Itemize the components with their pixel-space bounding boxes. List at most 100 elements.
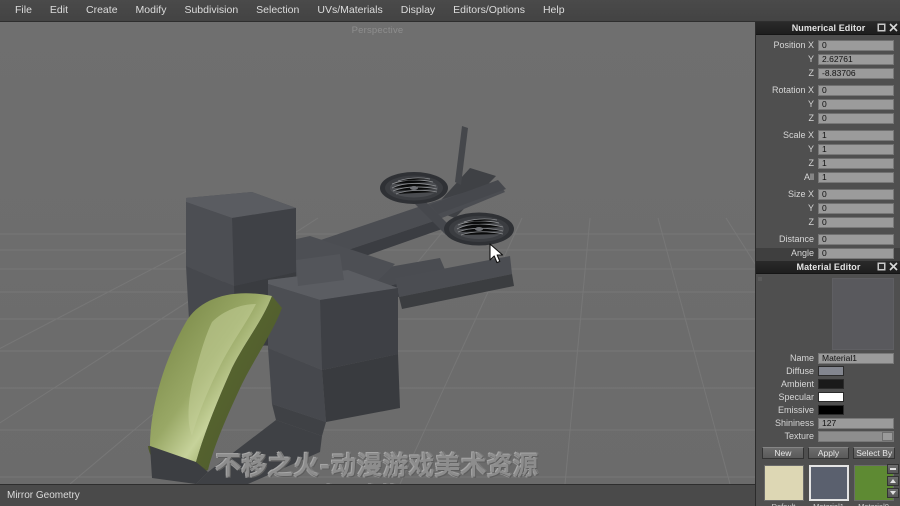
field-value[interactable]: 1 — [818, 143, 894, 155]
material-ambient-row[interactable]: Ambient — [756, 378, 900, 390]
field-label: Size X — [787, 189, 814, 199]
field-value[interactable]: 0 — [818, 216, 894, 228]
field-value[interactable]: 1 — [818, 171, 894, 183]
material-diffuse-row[interactable]: Diffuse — [756, 365, 900, 377]
scroll-down-button[interactable] — [887, 488, 899, 498]
field-angle[interactable]: Angle 0 — [756, 247, 900, 259]
field-size-x[interactable]: Size X 0 — [756, 188, 900, 200]
field-rotation-z[interactable]: Z 0 — [756, 112, 900, 124]
menu-bar: File Edit Create Modify Subdivision Sele… — [0, 0, 900, 22]
field-value[interactable]: 0 — [818, 188, 894, 200]
field-position-y[interactable]: Y 2.62761 — [756, 53, 900, 65]
select-by-material-button[interactable]: Select By — [853, 447, 896, 459]
emissive-color-swatch[interactable] — [818, 405, 844, 415]
specular-color-swatch[interactable] — [818, 392, 844, 402]
scroll-up-button[interactable] — [887, 476, 899, 486]
numerical-editor-title: Numerical Editor — [791, 23, 866, 33]
maximize-icon[interactable] — [877, 23, 886, 32]
browse-texture-icon[interactable] — [882, 431, 893, 441]
field-value[interactable]: 2.62761 — [818, 53, 894, 65]
material-shininess-input[interactable]: 127 — [818, 417, 894, 429]
field-value[interactable]: 0 — [818, 39, 894, 51]
material-editor-body: Name Material1 Diffuse Ambient Specular … — [756, 274, 900, 506]
field-size-y[interactable]: Y 0 — [756, 202, 900, 214]
field-label: Y — [807, 144, 814, 154]
material-preview-swatch[interactable] — [832, 278, 894, 350]
field-label: Distance — [778, 234, 814, 244]
field-value[interactable]: 1 — [818, 129, 894, 141]
menu-item-editors-options[interactable]: Editors/Options — [444, 1, 534, 20]
menu-item-create[interactable]: Create — [77, 1, 127, 20]
field-scale-x[interactable]: Scale X 1 — [756, 129, 900, 141]
field-value[interactable]: 0 — [818, 84, 894, 96]
field-value[interactable]: 0 — [818, 202, 894, 214]
field-rotation-x[interactable]: Rotation X 0 — [756, 84, 900, 96]
material-swatch-item[interactable]: Default — [761, 465, 806, 506]
field-label: Z — [808, 158, 815, 168]
material-editor-titlebar[interactable]: Material Editor — [756, 261, 900, 274]
field-label: Angle — [790, 248, 814, 258]
menu-item-selection[interactable]: Selection — [247, 1, 308, 20]
diffuse-color-swatch[interactable] — [818, 366, 844, 376]
menu-item-file[interactable]: File — [6, 1, 41, 20]
ambient-color-swatch[interactable] — [818, 379, 844, 389]
menu-item-uvs-materials[interactable]: UVs/Materials — [308, 1, 391, 20]
material-editor-title-buttons — [877, 262, 898, 271]
maximize-icon[interactable] — [877, 262, 886, 271]
menu-item-edit[interactable]: Edit — [41, 1, 77, 20]
field-size-z[interactable]: Z 0 — [756, 216, 900, 228]
ground-grid — [0, 22, 755, 484]
material-specular-label: Specular — [778, 392, 814, 402]
material-swatch-label: Default — [761, 502, 806, 506]
field-value[interactable]: 1 — [818, 157, 894, 169]
field-value[interactable]: 0 — [818, 98, 894, 110]
field-value[interactable]: -8.83706 — [818, 67, 894, 79]
viewport-3d[interactable]: Perspective 不移之火-动漫游戏美术资源 www.byzhihuo.c… — [0, 22, 755, 484]
field-position-x[interactable]: Position X 0 — [756, 39, 900, 51]
material-shininess-row[interactable]: Shininess 127 — [756, 417, 900, 429]
material-ambient-label: Ambient — [780, 379, 814, 389]
numerical-editor-titlebar[interactable]: Numerical Editor — [756, 22, 900, 35]
field-scale-z[interactable]: Z 1 — [756, 157, 900, 169]
material-swatch-box[interactable] — [808, 465, 849, 501]
close-icon[interactable] — [889, 262, 898, 271]
material-name-input[interactable]: Material1 — [818, 352, 894, 364]
material-specular-row[interactable]: Specular — [756, 391, 900, 403]
menu-item-help[interactable]: Help — [534, 1, 574, 20]
field-value[interactable]: 0 — [818, 247, 894, 259]
field-rotation-y[interactable]: Y 0 — [756, 98, 900, 110]
field-scale-y[interactable]: Y 1 — [756, 143, 900, 155]
close-icon[interactable] — [889, 23, 898, 32]
viewport-label: Perspective — [351, 25, 404, 36]
apply-material-button[interactable]: Apply — [807, 447, 850, 459]
material-diffuse-label: Diffuse — [786, 366, 814, 376]
field-scale-all[interactable]: All 1 — [756, 171, 900, 183]
menu-item-subdivision[interactable]: Subdivision — [175, 1, 247, 20]
right-dock: Numerical Editor Position X 0 Y 2.62761 … — [755, 22, 900, 506]
menu-item-display[interactable]: Display — [392, 1, 444, 20]
panel-grip-icon — [758, 277, 762, 281]
material-swatch-item[interactable]: Material1 — [806, 465, 851, 506]
material-swatch-box[interactable] — [763, 465, 804, 501]
material-preview-area[interactable] — [756, 274, 900, 352]
field-label: Position X — [773, 40, 814, 50]
material-texture-row[interactable]: Texture — [756, 430, 900, 442]
field-value[interactable]: 0 — [818, 112, 894, 124]
field-label: Y — [807, 54, 814, 64]
field-label: All — [803, 172, 814, 182]
scroll-top-button[interactable] — [887, 464, 899, 474]
menu-item-modify[interactable]: Modify — [127, 1, 176, 20]
new-material-button[interactable]: New — [762, 447, 804, 459]
numerical-editor-title-buttons — [877, 23, 898, 32]
material-button-row: New Apply Select By — [756, 443, 900, 462]
field-distance[interactable]: Distance 0 — [756, 233, 900, 245]
material-editor-title: Material Editor — [796, 262, 861, 272]
material-name-row[interactable]: Name Material1 — [756, 352, 900, 364]
field-position-z[interactable]: Z -8.83706 — [756, 67, 900, 79]
field-value[interactable]: 0 — [818, 233, 894, 245]
numerical-editor-panel: Numerical Editor Position X 0 Y 2.62761 … — [756, 22, 900, 279]
material-texture-input[interactable] — [818, 430, 894, 442]
swatch-scroll-buttons — [887, 464, 899, 498]
material-emissive-row[interactable]: Emissive — [756, 404, 900, 416]
field-label: Y — [807, 99, 814, 109]
